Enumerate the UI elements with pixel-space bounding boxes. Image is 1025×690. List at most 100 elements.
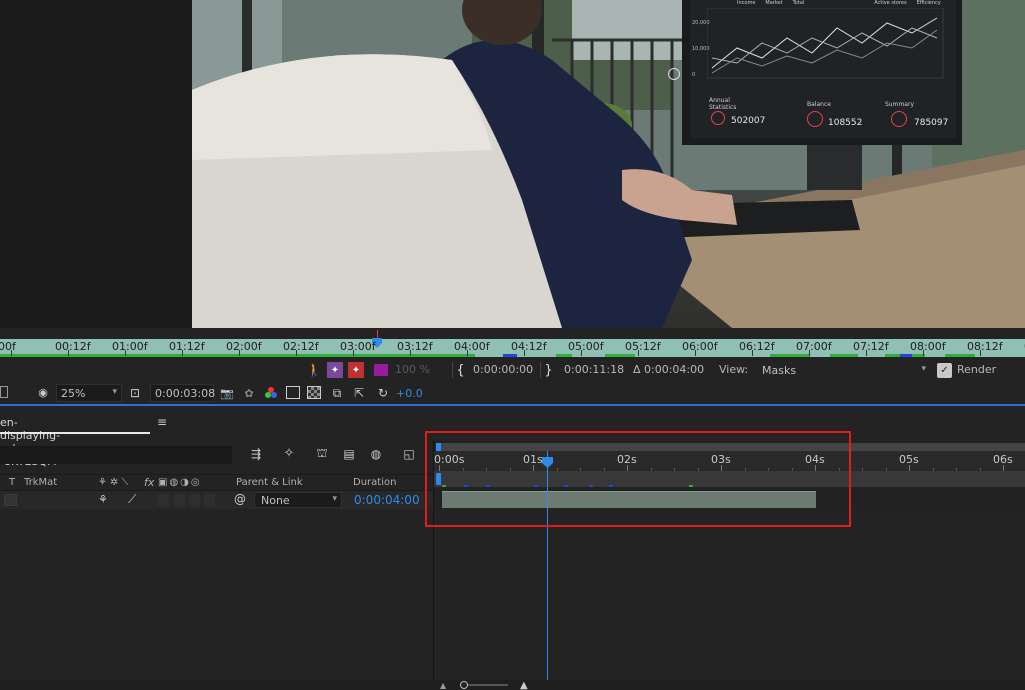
viewer-time-ruler[interactable]: 00f 00:12f 01:00f 01:12f 02:00f 02:12f 03:00f 0… — [0, 328, 1025, 358]
ruler-tick — [239, 350, 240, 356]
timeline-graph[interactable]: 0:00s 01s 02s 03s 04s 05s 06s — [433, 440, 1025, 690]
ruler-label: 03:12f — [397, 340, 433, 353]
switches-icons: ⚘✲⟍ — [98, 477, 132, 488]
timeline-zoom-bar[interactable]: ▲ ▲ — [0, 680, 1025, 690]
timeline-empty-area — [434, 508, 1025, 690]
layer-duration[interactable]: 0:00:04:00 — [354, 493, 420, 507]
ruler-tick — [809, 350, 810, 356]
grid-toggle-icon[interactable] — [0, 386, 8, 398]
layer-search-input[interactable] — [0, 446, 232, 464]
cache-marker — [486, 485, 490, 487]
time-navigator[interactable] — [434, 471, 1025, 487]
stat-label: Balance — [807, 101, 831, 108]
opacity-value[interactable]: 100 % — [395, 363, 430, 376]
color-channels-icon[interactable] — [263, 385, 279, 401]
footage-frame[interactable]: Income Market Total Active stores Effici… — [192, 0, 1025, 328]
3d-view-icon[interactable]: ⧉ — [329, 385, 345, 401]
viewer-controls-row: ◉ 25% ▾ ⊡ 0:00:03:08 📷 ✿ ⧉ ⇱ ↻ +0.0 — [0, 382, 1025, 406]
layer-columns-header: T TrkMat ⚘✲⟍ fx ▣◍◑◎ Parent & Link Durat… — [0, 474, 433, 491]
monitor-stats: Annual Statistics 502007 Balance 108552 … — [707, 97, 957, 137]
view-dropdown[interactable]: Masks ▾ — [757, 361, 931, 379]
legend-item: Efficiency — [916, 0, 941, 6]
legend-item: Income — [737, 0, 756, 6]
comp-mini-flowchart-icon[interactable]: ⇶ — [247, 446, 265, 462]
parent-dropdown[interactable]: None ▾ — [254, 492, 342, 508]
anchor-point-icon[interactable] — [668, 68, 680, 80]
legend-item: Market — [765, 0, 783, 6]
cached-frames-bar — [0, 354, 475, 357]
switch-box[interactable] — [158, 494, 169, 506]
ruler-label: 02:12f — [283, 340, 319, 353]
transparency-grid-icon[interactable] — [307, 386, 321, 399]
shy-layers-icon[interactable]: ⛫ — [313, 446, 331, 462]
col-fx: fx — [144, 476, 155, 489]
reset-exposure-icon[interactable]: ↻ — [375, 385, 391, 401]
quality-switch-icon[interactable]: ⟋ — [128, 492, 136, 507]
frame-blending-icon[interactable]: ▤ — [341, 446, 357, 462]
draft-3d-icon[interactable]: ✦ — [327, 362, 343, 378]
active-tab-indicator — [0, 432, 150, 434]
layer-row[interactable]: ⚘ ⟋ @ None ▾ 0:00:04:00 — [0, 491, 433, 509]
ruler-tick — [125, 350, 126, 356]
current-time-value: 0:00:03:08 — [155, 387, 216, 400]
zoom-dropdown[interactable]: 25% ▾ — [56, 384, 122, 402]
ring-icon — [711, 111, 725, 125]
mask-visibility-icon[interactable]: ◉ — [34, 385, 52, 399]
motion-blur-toggle-icon[interactable]: ◍ — [367, 446, 385, 462]
label-swatch[interactable] — [4, 494, 17, 506]
ruler-label: 07:12f — [853, 340, 889, 353]
render-checkbox[interactable]: ✓ — [937, 363, 952, 378]
end-time[interactable]: 0:00:11:18 — [564, 363, 624, 376]
ruler-label: 01:12f — [169, 340, 205, 353]
ruler-tick — [467, 350, 468, 356]
ruler-label: 05:00f — [568, 340, 604, 353]
switch-box[interactable] — [189, 494, 200, 506]
layer-duration-bar[interactable] — [442, 491, 816, 508]
fast-preview-icon[interactable]: ⇱ — [351, 385, 367, 401]
draft-3d-toggle-icon[interactable]: ✧ — [280, 444, 298, 462]
switch-box[interactable] — [174, 494, 185, 506]
current-time-field[interactable]: 0:00:03:08 — [150, 384, 216, 402]
in-bracket-icon[interactable]: { — [452, 362, 468, 378]
panel-menu-icon[interactable]: ≡ — [157, 415, 167, 429]
safe-margins-icon[interactable] — [286, 386, 300, 399]
ruler-tick — [410, 350, 411, 356]
work-area-start-handle[interactable] — [436, 443, 441, 451]
stat-label: Summary — [885, 101, 914, 108]
walk-icon[interactable]: 🚶 — [307, 363, 322, 377]
cached-frames-bar — [770, 354, 810, 357]
playhead-line — [547, 451, 548, 690]
start-time[interactable]: 0:00:00:00 — [473, 363, 533, 376]
viewer-info-row: 🚶 ✦ ✦ 100 % { 0:00:00:00 } 0:00:11:18 Δ … — [0, 359, 1025, 381]
duration-delta: Δ 0:00:04:00 — [633, 363, 705, 376]
region-of-interest-icon[interactable]: ⊡ — [127, 385, 143, 401]
ring-icon — [807, 111, 823, 127]
exposure-value[interactable]: +0.0 — [396, 387, 423, 400]
ruler-tick — [638, 350, 639, 356]
graph-editor-icon[interactable]: ◱ — [400, 446, 418, 462]
shy-switch-icon[interactable]: ⚘ — [98, 493, 108, 506]
parent-value: None — [261, 494, 290, 507]
time-ruler[interactable]: 0:00s 01s 02s 03s 04s 05s 06s — [434, 451, 1025, 471]
motion-blur-icon[interactable]: ✦ — [348, 362, 364, 378]
ruler-tick — [182, 350, 183, 356]
zoom-in-icon[interactable]: ▲ — [520, 680, 528, 690]
pick-whip-icon[interactable]: @ — [234, 492, 246, 506]
render-label: Render — [957, 363, 997, 376]
camera-icon[interactable]: 📷 — [219, 386, 235, 400]
out-bracket-icon[interactable]: } — [540, 362, 556, 378]
zoom-out-icon[interactable]: ▲ — [440, 681, 446, 690]
color-swatch-icon[interactable] — [374, 364, 388, 376]
ruler-label: 01:00f — [112, 340, 148, 353]
show-snapshot-icon[interactable]: ✿ — [242, 386, 256, 400]
ruler-tick — [581, 350, 582, 356]
navigator-start-handle[interactable] — [436, 473, 441, 485]
ruler-tick — [923, 350, 924, 356]
composition-viewer[interactable]: Income Market Total Active stores Effici… — [0, 0, 1025, 328]
switch-box[interactable] — [204, 494, 215, 506]
ruler-tick — [68, 350, 69, 356]
zoom-slider-knob[interactable] — [460, 681, 468, 689]
layer-list-empty-area — [0, 509, 433, 690]
work-area-bar[interactable] — [436, 443, 1025, 451]
ruler-tick — [353, 350, 354, 356]
